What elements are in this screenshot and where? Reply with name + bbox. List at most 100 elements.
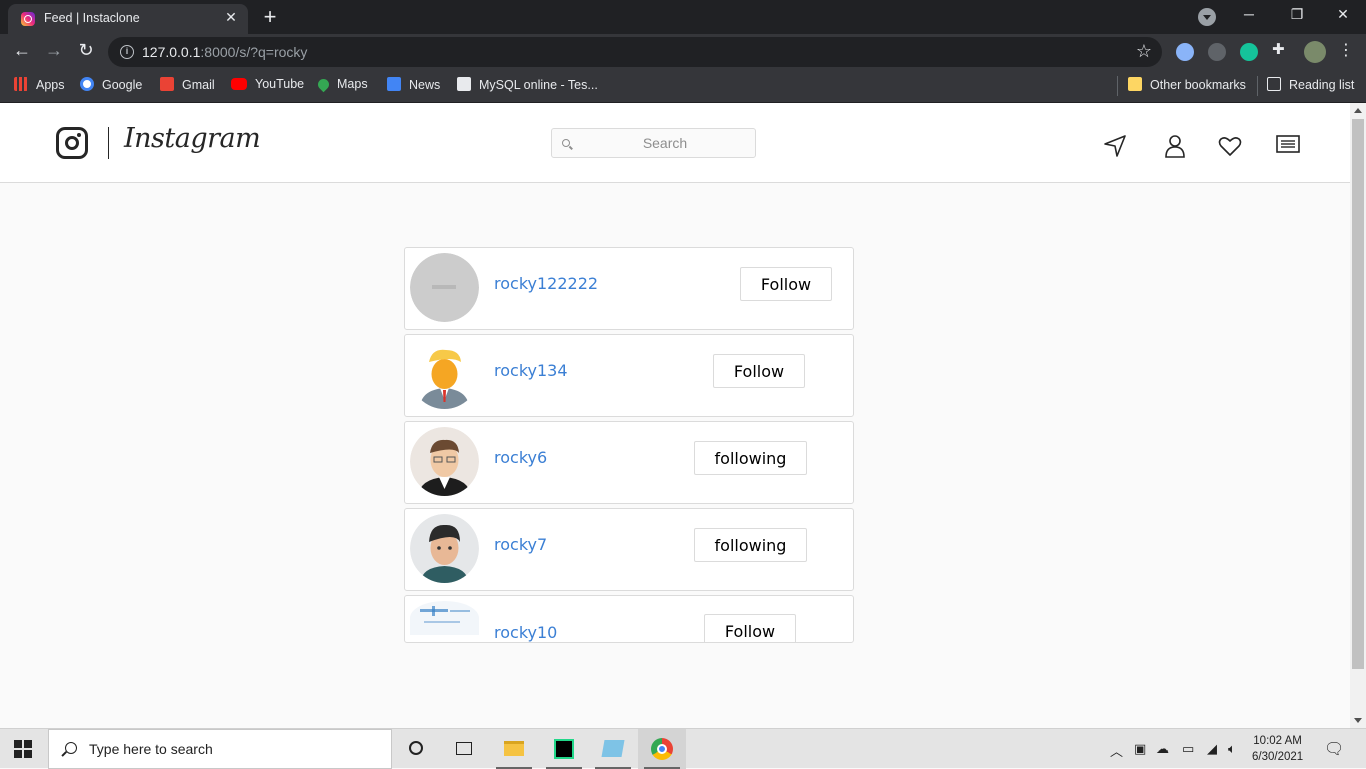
maps-pin-icon: [315, 76, 332, 93]
avatar[interactable]: [410, 514, 479, 583]
battery-icon[interactable]: ▭: [1182, 741, 1194, 757]
url-text[interactable]: 127.0.0.1:8000/s/?q=rocky: [142, 44, 307, 60]
search-icon: [65, 742, 77, 754]
bookmark-youtube[interactable]: YouTube: [231, 77, 304, 91]
reading-list[interactable]: Reading list: [1267, 77, 1354, 92]
browser-tab[interactable]: Feed | Instaclone ✕: [8, 4, 248, 34]
forward-icon[interactable]: →: [42, 40, 66, 61]
new-tab-button[interactable]: +: [258, 4, 282, 30]
username-link[interactable]: rocky6: [494, 448, 547, 467]
page-scrollbar[interactable]: [1350, 103, 1366, 728]
logo-divider: [108, 127, 109, 159]
send-icon[interactable]: [1102, 133, 1128, 159]
meet-now-icon[interactable]: ▣: [1134, 741, 1146, 757]
follow-button[interactable]: Follow: [740, 267, 832, 301]
google-icon: [80, 77, 94, 91]
file-explorer-icon[interactable]: [490, 729, 538, 769]
follow-button[interactable]: Follow: [713, 354, 805, 388]
clock-time: 10:02 AM: [1253, 735, 1302, 747]
heart-icon[interactable]: [1217, 133, 1243, 159]
scroll-up-arrow-icon[interactable]: [1354, 108, 1362, 113]
extensions-puzzle-icon[interactable]: ✚: [1272, 40, 1290, 58]
avatar[interactable]: [410, 253, 479, 322]
pycharm-icon[interactable]: [540, 729, 588, 769]
instagram-header: Instagram: [0, 103, 1350, 183]
other-bookmarks[interactable]: Other bookmarks: [1128, 77, 1246, 92]
scroll-down-arrow-icon[interactable]: [1354, 718, 1362, 723]
onedrive-icon[interactable]: ☁: [1156, 741, 1169, 757]
folder-icon: [1128, 77, 1142, 91]
task-view-cortana-icon[interactable]: [392, 729, 440, 769]
result-row: rocky6 following: [404, 421, 854, 504]
reload-icon[interactable]: ↻: [74, 40, 98, 61]
mysql-e-icon: [457, 77, 471, 91]
bookmark-news[interactable]: News: [387, 77, 440, 92]
instagram-camera-logo-icon[interactable]: [56, 127, 88, 159]
back-icon[interactable]: ←: [10, 40, 34, 61]
scroll-thumb[interactable]: [1352, 119, 1364, 669]
restore-icon[interactable]: ❐: [1282, 6, 1312, 23]
result-row: rocky10 Follow: [404, 595, 854, 643]
search-results-list: rocky122222 Follow rocky134 Follow rocky…: [404, 247, 854, 647]
notifications-icon[interactable]: 🗨︎: [1324, 739, 1344, 759]
task-view-icon[interactable]: [440, 729, 488, 769]
taskbar-search-box[interactable]: Type here to search: [48, 729, 392, 769]
search-input[interactable]: [576, 129, 754, 157]
extension-icon[interactable]: [1176, 43, 1194, 61]
minimize-icon[interactable]: ─: [1234, 6, 1264, 22]
result-row: rocky122222 Follow: [404, 247, 854, 330]
avatar[interactable]: [410, 601, 479, 635]
result-row: rocky7 following: [404, 508, 854, 591]
browser-tab-bar: Feed | Instaclone ✕ + ─ ❐ ✕: [0, 0, 1366, 34]
address-bar[interactable]: i 127.0.0.1:8000/s/?q=rocky ☆: [108, 37, 1162, 67]
tray-chevron-icon[interactable]: ︿: [1110, 741, 1123, 760]
volume-icon[interactable]: 🔈︎: [1228, 741, 1236, 757]
window-close-icon[interactable]: ✕: [1328, 6, 1358, 23]
avatar[interactable]: [410, 340, 479, 409]
following-button[interactable]: following: [694, 528, 807, 562]
bookmark-star-icon[interactable]: ☆: [1136, 41, 1152, 62]
bookmark-apps[interactable]: Apps: [14, 77, 65, 92]
username-link[interactable]: rocky122222: [494, 274, 598, 293]
apps-grid-icon: [14, 77, 28, 91]
search-box[interactable]: [551, 128, 756, 158]
windows-start-icon[interactable]: [14, 740, 32, 758]
grammarly-icon[interactable]: [1240, 43, 1258, 61]
tab-search-icon[interactable]: [1198, 8, 1216, 26]
profile-icon[interactable]: [1162, 133, 1188, 159]
bookmark-gmail[interactable]: Gmail: [160, 77, 215, 92]
extension-icon[interactable]: [1208, 43, 1226, 61]
tab-close-icon[interactable]: ✕: [222, 9, 240, 26]
instagram-favicon-icon: [21, 12, 35, 26]
windows-taskbar: Type here to search ︿ ▣ ☁ ▭ ◢ 🔈︎ 10:02 A…: [0, 728, 1366, 769]
following-button[interactable]: following: [694, 441, 807, 475]
username-link[interactable]: rocky134: [494, 361, 568, 380]
follow-button[interactable]: Follow: [704, 614, 796, 642]
bookmark-google[interactable]: Google: [80, 77, 142, 92]
username-link[interactable]: rocky10: [494, 623, 557, 642]
bookmark-maps[interactable]: Maps: [315, 76, 368, 93]
bookmarks-bar: Apps Google Gmail YouTube Maps News MySQ…: [0, 70, 1366, 103]
search-icon: [562, 139, 570, 147]
username-link[interactable]: rocky7: [494, 535, 547, 554]
bookmark-separator: [1117, 76, 1118, 96]
notes-app-icon[interactable]: [589, 729, 637, 769]
site-info-icon[interactable]: i: [120, 45, 134, 59]
page-viewport: Instagram Search rocky122222 Follow rock…: [0, 103, 1350, 728]
taskbar-clock[interactable]: 10:02 AM 6/30/2021: [1252, 733, 1303, 765]
taskbar-search-text: Type here to search: [89, 741, 213, 757]
bookmark-mysql[interactable]: MySQL online - Tes...: [457, 77, 598, 92]
youtube-icon: [231, 78, 247, 90]
feed-icon[interactable]: [1275, 131, 1301, 157]
chrome-taskbar-icon[interactable]: [638, 729, 686, 769]
browser-toolbar: ← → ↻ i 127.0.0.1:8000/s/?q=rocky ☆ ✚ ⋮: [0, 34, 1366, 70]
instagram-wordmark[interactable]: Instagram: [124, 123, 261, 154]
bookmark-separator: [1257, 76, 1258, 96]
news-icon: [387, 77, 401, 91]
gmail-icon: [160, 77, 174, 91]
avatar[interactable]: [410, 427, 479, 496]
menu-dots-icon[interactable]: ⋮: [1334, 40, 1358, 60]
wifi-icon[interactable]: ◢: [1207, 741, 1217, 757]
profile-avatar-icon[interactable]: [1304, 41, 1326, 63]
result-row: rocky134 Follow: [404, 334, 854, 417]
